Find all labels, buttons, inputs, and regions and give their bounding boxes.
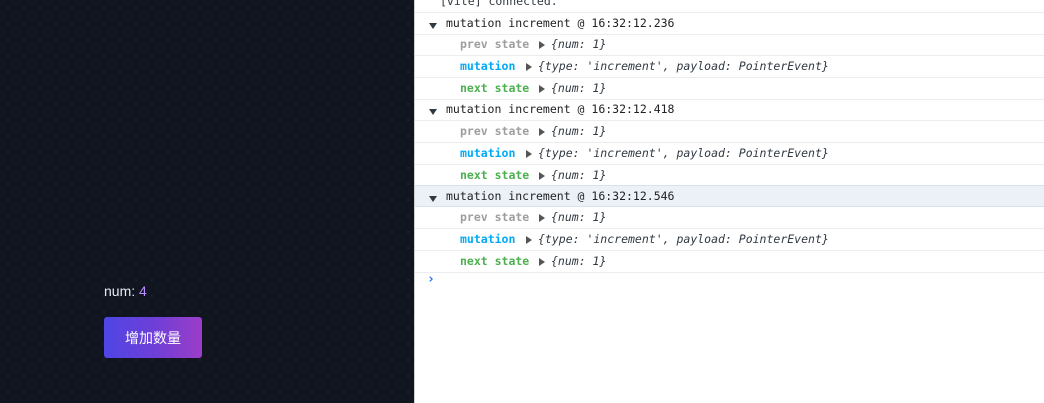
state-object[interactable]: {num: 1} [551, 207, 606, 228]
group-title: mutation increment @ 16:32:12.546 [446, 189, 675, 203]
console-prompt-icon[interactable]: › [427, 272, 435, 287]
state-object[interactable]: {num: 1} [551, 165, 606, 186]
caret-right-icon[interactable] [526, 63, 532, 71]
mutation-label: mutation [460, 59, 516, 73]
devtools-console: [vite] connected. mutation increment @ 1… [414, 0, 1044, 403]
console-group-header[interactable]: mutation increment @ 16:32:12.546 [415, 185, 1044, 207]
caret-right-icon[interactable] [539, 128, 545, 136]
prev-state-label: prev state [460, 210, 530, 224]
caret-right-icon[interactable] [539, 172, 545, 180]
mutation-object[interactable]: {type: 'increment', payload: PointerEven… [538, 229, 829, 250]
caret-right-icon[interactable] [539, 85, 545, 93]
next-state-label: next state [460, 81, 530, 95]
state-object[interactable]: {num: 1} [551, 34, 606, 55]
state-object[interactable]: {num: 1} [551, 121, 606, 142]
mutation-object[interactable]: {type: 'increment', payload: PointerEven… [538, 56, 829, 77]
console-log-row: prev state {num: 1} [415, 121, 1044, 143]
next-state-label: next state [460, 254, 530, 268]
console-group-header[interactable]: mutation increment @ 16:32:12.236 [415, 13, 1044, 35]
group-title: mutation increment @ 16:32:12.418 [446, 102, 675, 116]
console-group-header[interactable]: mutation increment @ 16:32:12.418 [415, 99, 1044, 121]
console-log-row: prev state {num: 1} [415, 207, 1044, 229]
console-log-row: mutation {type: 'increment', payload: Po… [415, 229, 1044, 251]
caret-down-icon[interactable] [429, 196, 437, 202]
caret-right-icon[interactable] [539, 41, 545, 49]
console-log-row: next state {num: 1} [415, 251, 1044, 273]
console-log-row: mutation {type: 'increment', payload: Po… [415, 56, 1044, 78]
caret-right-icon[interactable] [539, 258, 545, 266]
caret-right-icon[interactable] [526, 236, 532, 244]
mutation-label: mutation [460, 232, 516, 246]
state-object[interactable]: {num: 1} [551, 251, 606, 272]
state-object[interactable]: {num: 1} [551, 78, 606, 99]
mutation-label: mutation [460, 146, 516, 160]
num-display: num: 4 [104, 283, 147, 299]
console-vite-message: [vite] connected. [415, 0, 1044, 13]
num-value: 4 [139, 283, 147, 299]
console-log-row: next state {num: 1} [415, 78, 1044, 100]
prev-state-label: prev state [460, 37, 530, 51]
console-log-row: mutation {type: 'increment', payload: Po… [415, 143, 1044, 165]
console-log-row: prev state {num: 1} [415, 34, 1044, 56]
app-pane: num: 4 增加数量 [0, 0, 414, 403]
mutation-object[interactable]: {type: 'increment', payload: PointerEven… [538, 143, 829, 164]
num-label: num: [104, 283, 136, 299]
group-title: mutation increment @ 16:32:12.236 [446, 16, 675, 30]
next-state-label: next state [460, 168, 530, 182]
increment-button[interactable]: 增加数量 [104, 317, 202, 358]
prev-state-label: prev state [460, 124, 530, 138]
caret-down-icon[interactable] [429, 109, 437, 115]
caret-right-icon[interactable] [526, 150, 532, 158]
console-log-row: next state {num: 1} [415, 165, 1044, 187]
caret-right-icon[interactable] [539, 214, 545, 222]
caret-down-icon[interactable] [429, 23, 437, 29]
